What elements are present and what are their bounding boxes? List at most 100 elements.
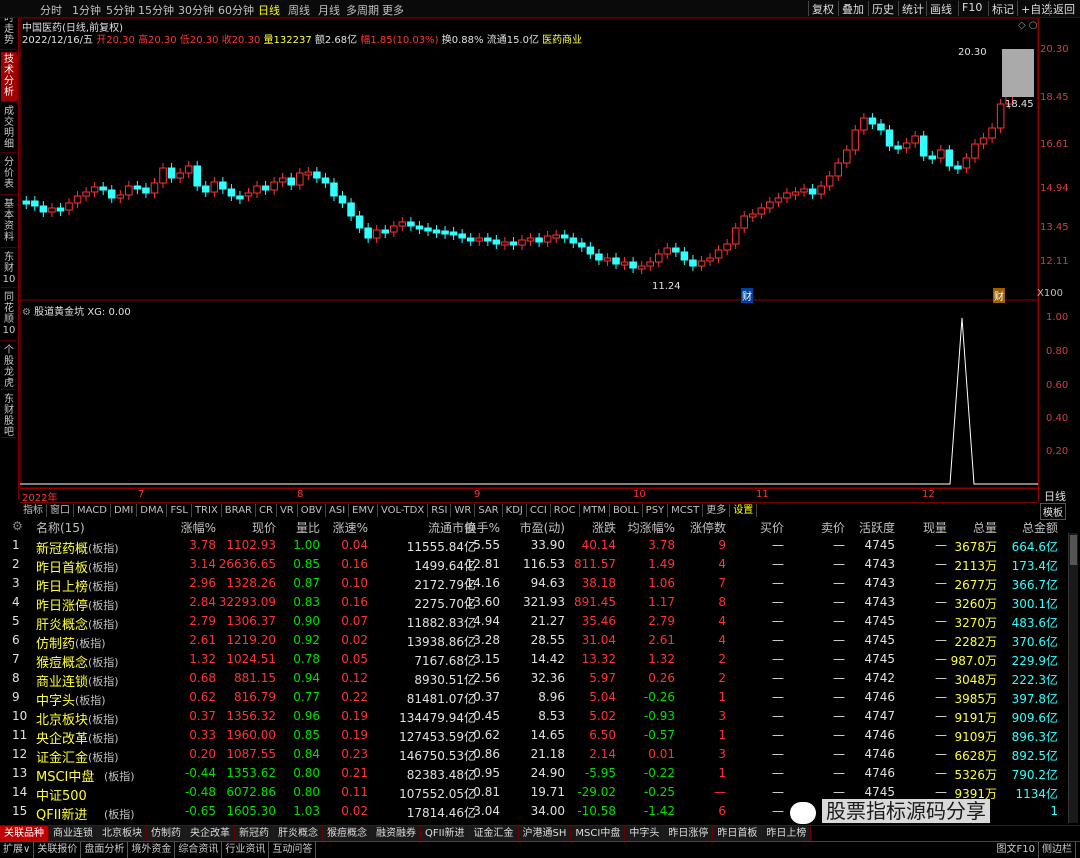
- indicator-tab-12[interactable]: ASI: [326, 504, 350, 517]
- header-15[interactable]: 现量: [923, 519, 947, 536]
- period-6[interactable]: 60分钟: [218, 2, 254, 18]
- period-3[interactable]: 5分钟: [106, 2, 135, 18]
- status-item-3[interactable]: 盘面分析: [81, 842, 129, 858]
- table-row[interactable]: 2 昨日首板 (板指) 3.14 26636.65 0.85 0.16 1499.64亿 12.…: [0, 555, 1068, 576]
- period-10[interactable]: 多周期: [346, 2, 379, 18]
- table-row[interactable]: 10 北京板块 (板指) 0.37 1356.32 0.96 0.19 134479.94亿 0…: [0, 707, 1068, 728]
- related-tab-1[interactable]: 关联品种: [0, 826, 49, 841]
- table-row[interactable]: 6 仿制药 (板指) 2.61 1219.20 0.92 0.02 13938.86亿 3.28…: [0, 631, 1068, 652]
- toolbar-btn-2[interactable]: 叠加: [838, 1, 867, 16]
- finance-marker[interactable]: 财: [741, 288, 753, 303]
- side-tab-6[interactable]: 东财10: [1, 250, 17, 288]
- indicator-tab-23[interactable]: PSY: [643, 504, 669, 517]
- toolbar-btn-4[interactable]: 统计: [898, 1, 927, 16]
- related-tab-7[interactable]: 肝炎概念: [274, 826, 323, 841]
- related-tab-5[interactable]: 央企改革: [186, 826, 235, 841]
- toolbar-btn-6[interactable]: F10: [958, 1, 985, 16]
- related-tab-3[interactable]: 北京板块: [98, 826, 147, 841]
- indicator-tab-19[interactable]: CCI: [527, 504, 551, 517]
- table-row[interactable]: 8 商业连锁 (板指) 0.68 881.15 0.94 0.12 8930.51亿 2.56 3…: [0, 669, 1068, 690]
- indicator-tab-6[interactable]: FSL: [167, 504, 192, 517]
- table-scrollbar[interactable]: [1068, 533, 1078, 823]
- side-tab-5[interactable]: 基本资料: [1, 197, 17, 248]
- status-right-item-1[interactable]: 图文F10: [994, 842, 1039, 858]
- table-row[interactable]: 1 新冠药概 (板指) 3.78 1102.93 1.00 0.04 11555.84亿 5.5…: [0, 536, 1068, 557]
- indicator-tab-2[interactable]: 窗口: [47, 504, 74, 517]
- header-13[interactable]: 卖价: [821, 519, 845, 536]
- toolbar-btn-5[interactable]: 画线: [926, 1, 955, 16]
- header-9[interactable]: 涨跌: [592, 519, 616, 536]
- period-label[interactable]: 日线: [1044, 488, 1066, 504]
- indicator-tab-8[interactable]: BRAR: [222, 504, 256, 517]
- table-row[interactable]: 11 央企改革 (板指) 0.33 1960.00 0.85 0.19 127453.59亿 0…: [0, 726, 1068, 747]
- side-tab-4[interactable]: 分价表: [1, 155, 17, 195]
- kline-chart[interactable]: [20, 18, 1038, 488]
- zoom-label[interactable]: X100: [1037, 288, 1063, 299]
- header-7[interactable]: 换手%: [465, 519, 500, 536]
- gear-icon[interactable]: ⚙: [12, 519, 23, 533]
- table-row[interactable]: 7 猴痘概念 (板指) 1.32 1024.51 0.78 0.05 7167.68亿 3.15…: [0, 650, 1068, 671]
- period-5[interactable]: 30分钟: [178, 2, 214, 18]
- header-8[interactable]: 市盈(动): [520, 519, 565, 536]
- status-item-6[interactable]: 行业资讯: [222, 842, 270, 858]
- header-4[interactable]: 量比: [296, 519, 320, 536]
- header-2[interactable]: 涨幅%: [181, 519, 216, 536]
- toolbar-btn-3[interactable]: 历史: [868, 1, 897, 16]
- table-row[interactable]: 5 肝炎概念 (板指) 2.79 1306.37 0.90 0.07 11882.83亿 4.9…: [0, 612, 1068, 633]
- indicator-tab-16[interactable]: WR: [451, 504, 476, 517]
- header-3[interactable]: 现价: [252, 519, 276, 536]
- table-row[interactable]: 3 昨日上榜 (板指) 2.96 1328.26 0.87 0.10 2172.79亿 14.1…: [0, 574, 1068, 595]
- related-tab-4[interactable]: 仿制药: [147, 826, 186, 841]
- header-14[interactable]: 活跃度: [859, 519, 895, 536]
- indicator-tab-5[interactable]: DMA: [137, 504, 168, 517]
- side-tab-8[interactable]: 个股龙虎: [1, 343, 17, 390]
- related-tab-14[interactable]: 中字头: [625, 826, 665, 841]
- header-5[interactable]: 涨速%: [333, 519, 368, 536]
- indicator-tab-15[interactable]: RSI: [428, 504, 452, 517]
- indicator-tab-3[interactable]: MACD: [74, 504, 111, 517]
- status-right-item-2[interactable]: 侧边栏: [1039, 842, 1076, 858]
- period-8[interactable]: 周线: [288, 2, 310, 18]
- finance-marker[interactable]: 财: [993, 288, 1005, 303]
- related-tab-9[interactable]: 融资融券: [372, 826, 421, 841]
- side-tab-9[interactable]: 东财股吧: [1, 392, 17, 438]
- indicator-tab-20[interactable]: ROC: [551, 504, 580, 517]
- side-tab-3[interactable]: 成交明细: [1, 104, 17, 153]
- header-11[interactable]: 涨停数: [690, 519, 726, 536]
- status-item-1[interactable]: 扩展∨: [0, 842, 35, 858]
- header-1[interactable]: 名称(15): [36, 519, 85, 536]
- side-tab-2[interactable]: 技术分析: [1, 52, 17, 102]
- indicator-tab-26[interactable]: 设置: [730, 504, 758, 517]
- related-tab-16[interactable]: 昨日首板: [713, 826, 763, 841]
- table-row[interactable]: 13 MSCI中盘 (板指) -0.44 1353.62 0.80 0.21 82383.48…: [0, 764, 1068, 785]
- indicator-tab-13[interactable]: EMV: [349, 504, 378, 517]
- chart-options-icon[interactable]: ◇ ○: [1018, 20, 1038, 31]
- scrollbar-thumb[interactable]: [1070, 535, 1077, 565]
- status-item-7[interactable]: 互动问答: [269, 842, 317, 858]
- indicator-tab-10[interactable]: VR: [277, 504, 298, 517]
- indicator-tab-14[interactable]: VOL-TDX: [378, 504, 429, 517]
- header-12[interactable]: 买价: [760, 519, 784, 536]
- related-tab-6[interactable]: 新冠药: [235, 826, 274, 841]
- indicator-tab-7[interactable]: TRIX: [192, 504, 222, 517]
- table-row[interactable]: 9 中字头 (板指) 0.62 816.79 0.77 0.22 81481.07亿 0.37 8…: [0, 688, 1068, 709]
- related-tab-17[interactable]: 昨日上榜: [762, 826, 812, 841]
- period-11[interactable]: 更多: [382, 2, 404, 18]
- period-2[interactable]: 1分钟: [72, 2, 101, 18]
- header-16[interactable]: 总量: [973, 519, 997, 536]
- related-tab-12[interactable]: 沪港通SH: [518, 826, 572, 841]
- side-tab-7[interactable]: 同花顺10: [1, 290, 17, 341]
- header-10[interactable]: 均涨幅%: [628, 519, 675, 536]
- settings-icon[interactable]: ⚙: [22, 307, 31, 318]
- related-tab-15[interactable]: 昨日涨停: [664, 826, 714, 841]
- related-tab-13[interactable]: MSCI中盘: [571, 826, 626, 841]
- status-item-2[interactable]: 关联报价: [34, 842, 82, 858]
- status-item-4[interactable]: 境外资金: [128, 842, 176, 858]
- indicator-tab-18[interactable]: KDJ: [503, 504, 527, 517]
- related-tab-2[interactable]: 商业连锁: [49, 826, 98, 841]
- period-4[interactable]: 15分钟: [138, 2, 174, 18]
- indicator-tab-17[interactable]: SAR: [475, 504, 503, 517]
- indicator-tab-22[interactable]: BOLL: [610, 504, 643, 517]
- header-17[interactable]: 总金额: [1022, 519, 1058, 536]
- related-tab-11[interactable]: 证金汇金: [469, 826, 519, 841]
